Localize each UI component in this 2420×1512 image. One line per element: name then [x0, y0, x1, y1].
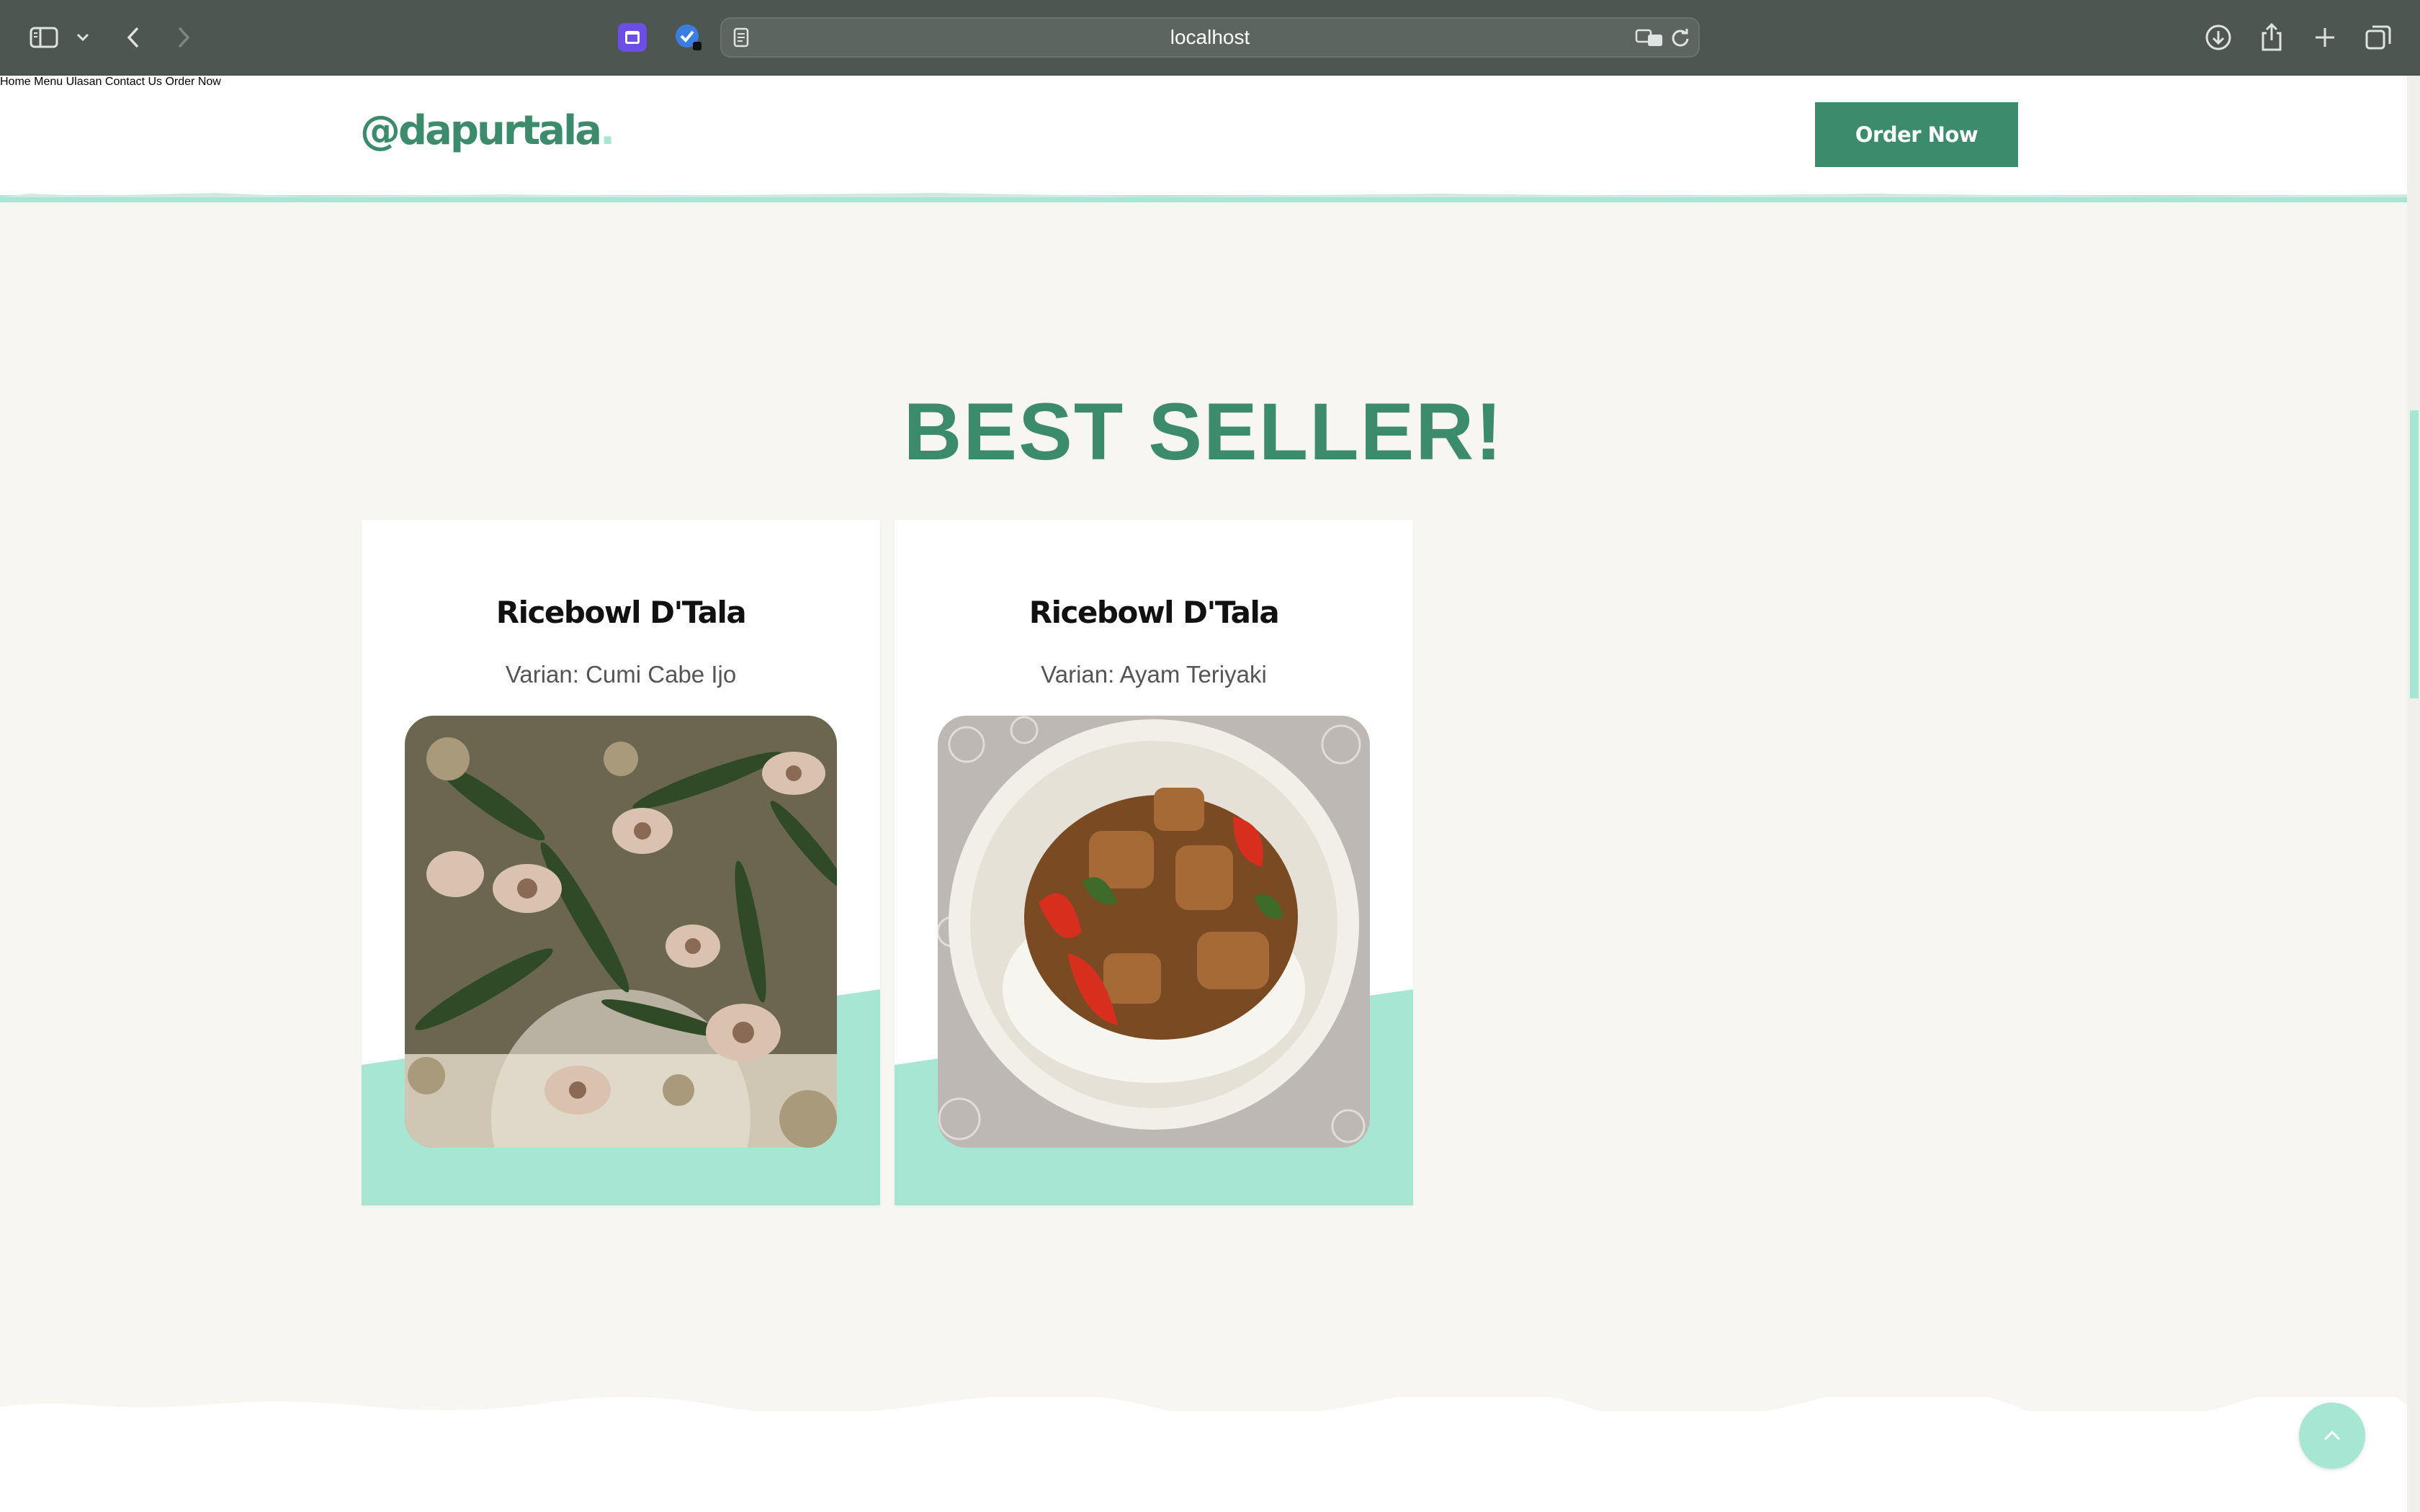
plus-icon[interactable]: [2309, 19, 2341, 56]
product-variant: Varian: Ayam Teriyaki: [1041, 661, 1267, 688]
nav-contact-us[interactable]: Contact Us: [105, 76, 162, 88]
page-scrollbar[interactable]: [2407, 76, 2420, 1512]
header-tear-decoration: [0, 193, 2407, 197]
forward-arrow-icon[interactable]: [171, 19, 196, 56]
browser-toolbar: localhost: [0, 0, 2420, 76]
download-icon[interactable]: [2202, 19, 2234, 56]
reload-icon[interactable]: [1668, 19, 1693, 56]
footer-section: [0, 1411, 2407, 1512]
product-card[interactable]: Ricebowl D'Tala Varian: Cumi Cabe Ijo: [362, 520, 880, 1205]
scrollbar-thumb[interactable]: [2410, 410, 2419, 698]
nav-order-now[interactable]: Order Now: [165, 76, 220, 88]
nav-ulasan[interactable]: Ulasan: [66, 76, 102, 88]
order-now-button[interactable]: Order Now: [1815, 102, 2018, 167]
nav-home[interactable]: Home: [0, 76, 31, 88]
chevron-up-icon: [2323, 1430, 2341, 1441]
nav-menu[interactable]: Menu: [34, 76, 63, 88]
sidebar-icon[interactable]: [27, 19, 60, 56]
address-bar[interactable]: localhost: [720, 17, 1700, 58]
site-header: @dapurtala. Home Menu Ulasan Contact Us …: [0, 76, 2407, 195]
chevron-down-icon[interactable]: [72, 19, 94, 56]
url-text: localhost: [1170, 26, 1250, 48]
best-seller-title: BEST SELLER!: [903, 387, 1504, 477]
product-name: Ricebowl D'Tala: [1028, 595, 1280, 630]
product-variant: Varian: Cumi Cabe Ijo: [505, 661, 737, 688]
tabs-overview-icon[interactable]: [2362, 19, 2394, 56]
product-image-ayam-teriyaki: [938, 716, 1370, 1148]
back-arrow-icon[interactable]: [121, 19, 145, 56]
extension-check-icon[interactable]: [674, 23, 703, 52]
site-logo[interactable]: @dapurtala.: [360, 107, 615, 154]
logo-dot: .: [600, 107, 615, 154]
product-image-cumi-cabe-ijo: [405, 716, 837, 1148]
share-icon[interactable]: [2256, 19, 2287, 56]
back-to-top-button[interactable]: [2299, 1403, 2365, 1469]
product-card[interactable]: Ricebowl D'Tala Varian: Ayam Teriyaki: [895, 520, 1413, 1205]
extension-calendar-icon[interactable]: [618, 23, 647, 52]
translate-icon[interactable]: [1634, 19, 1665, 56]
product-name: Ricebowl D'Tala: [496, 595, 747, 630]
